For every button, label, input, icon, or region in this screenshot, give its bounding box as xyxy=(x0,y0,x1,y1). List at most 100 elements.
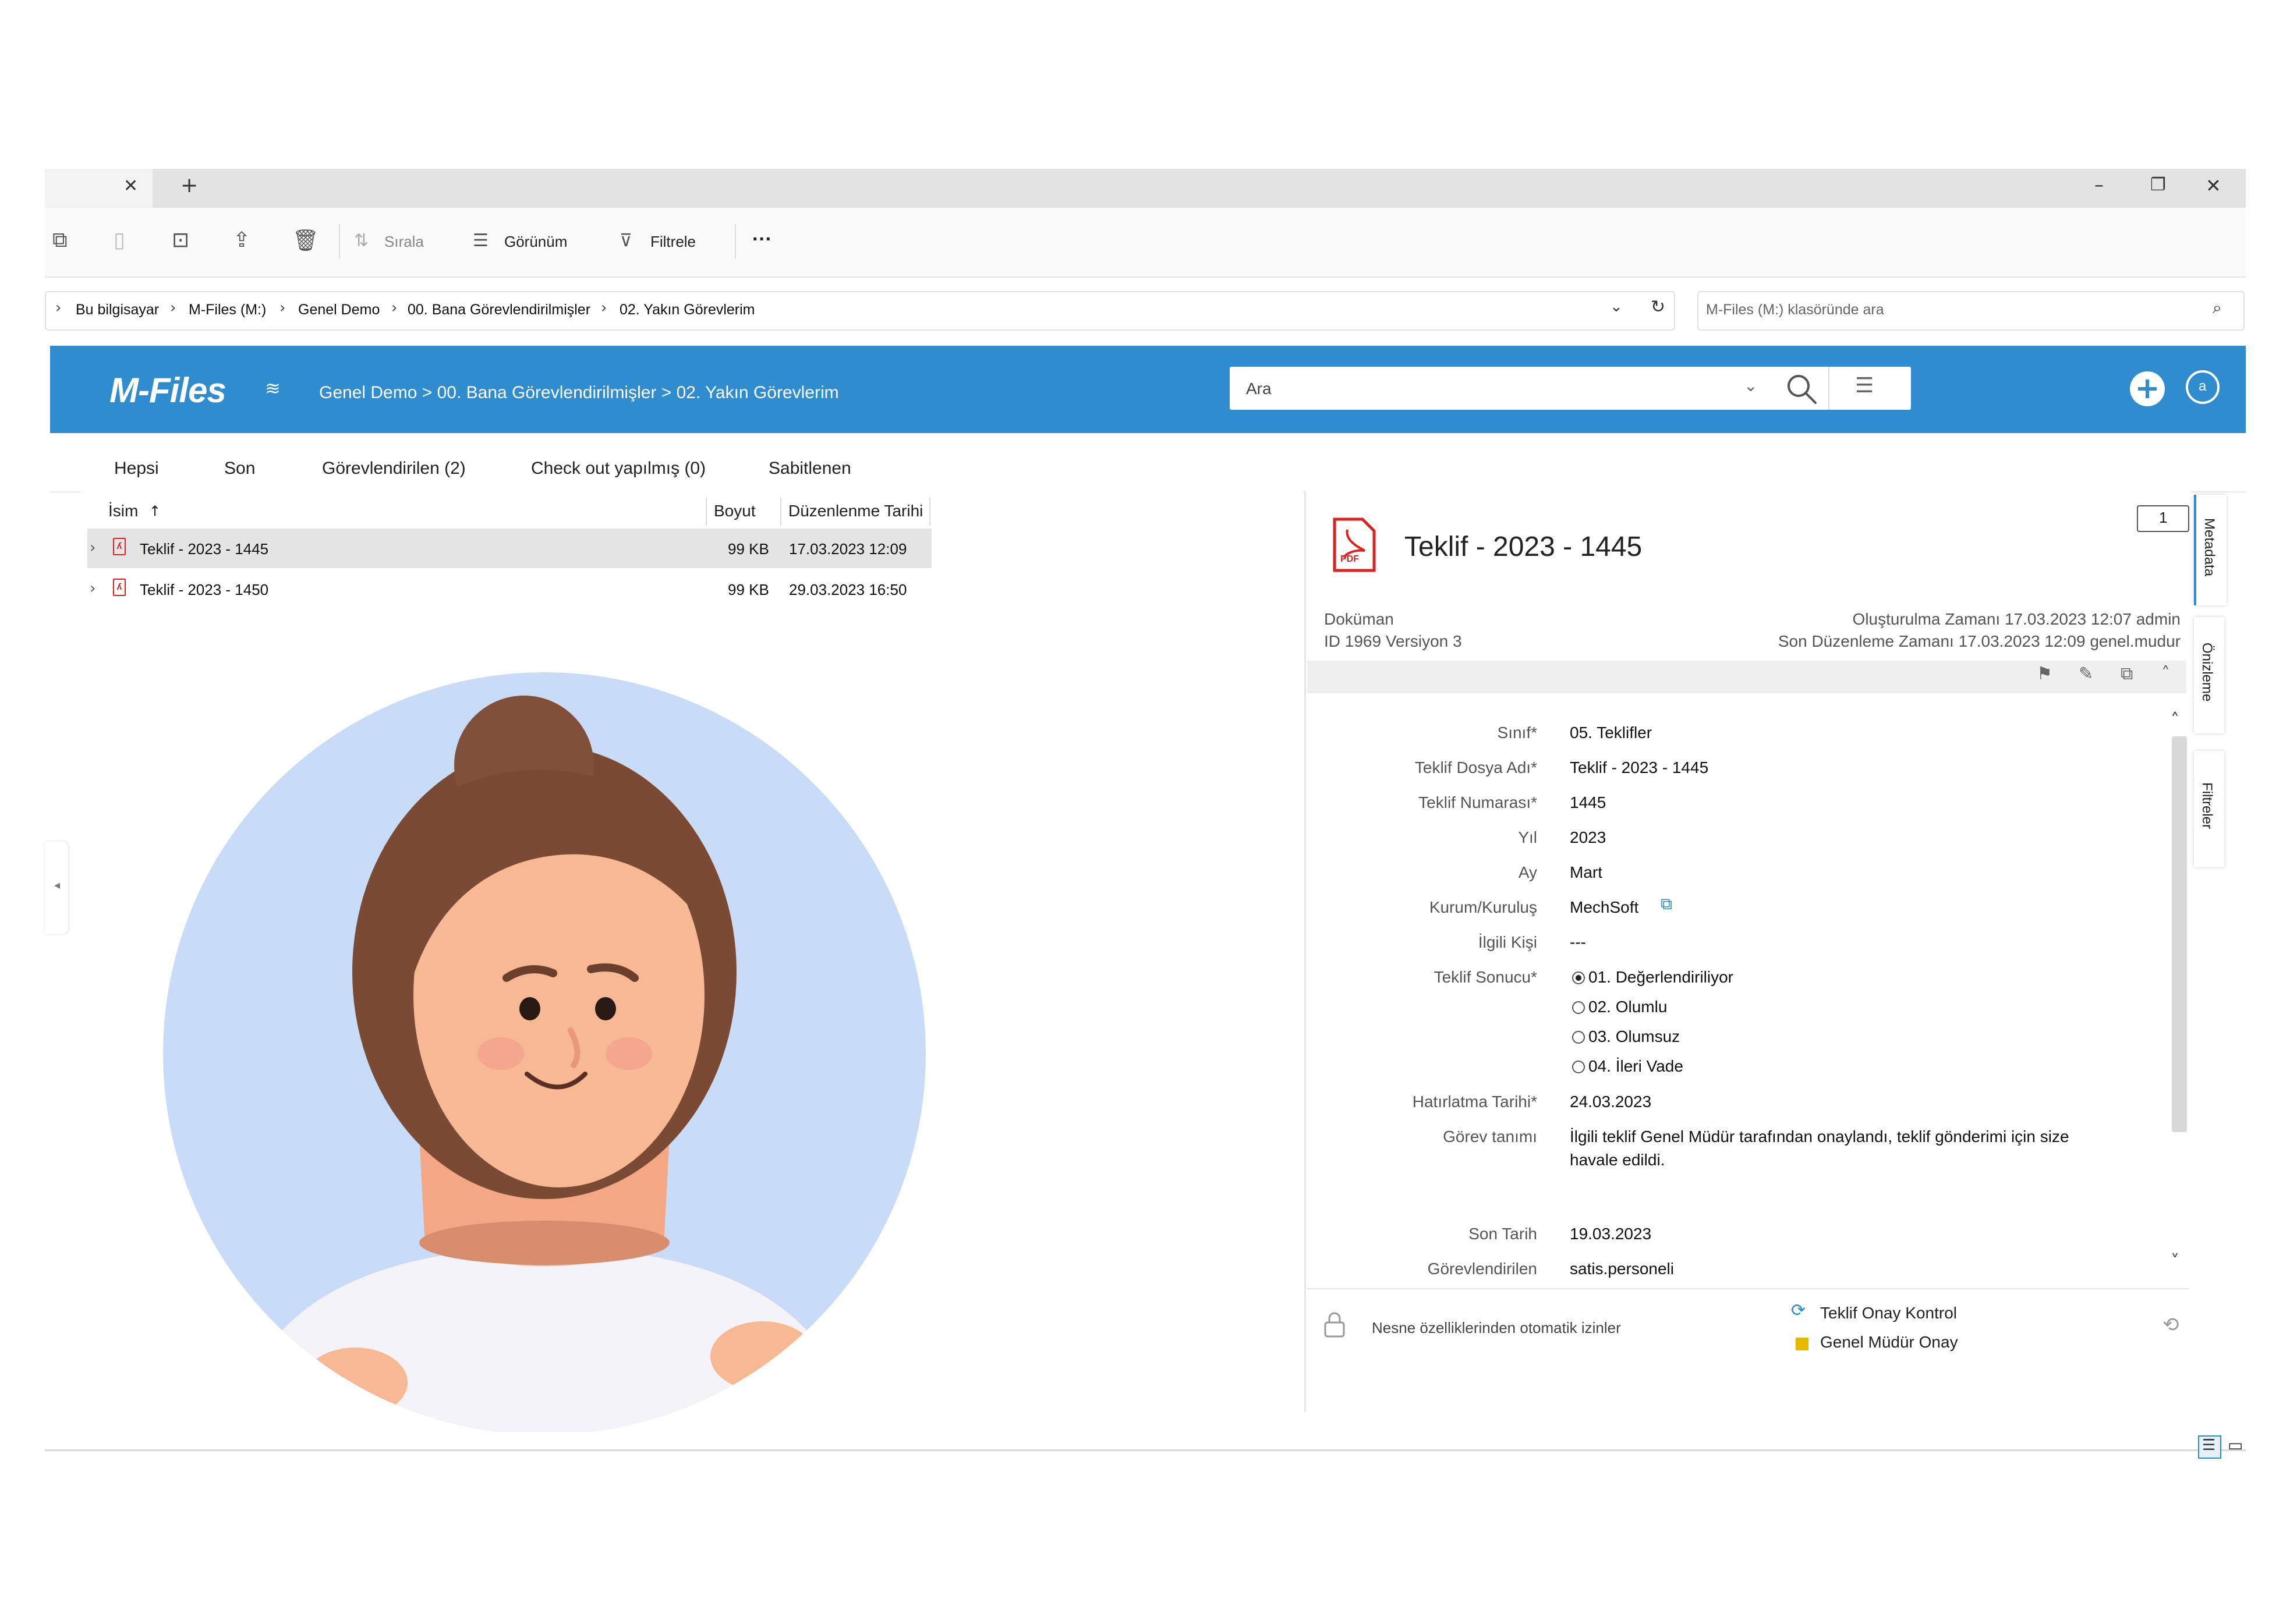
share-icon[interactable]: ⇪ xyxy=(233,228,250,252)
new-tab-icon[interactable]: + xyxy=(180,173,198,197)
side-tab-preview[interactable]: Önizleme xyxy=(2194,617,2224,733)
sort-button[interactable]: Sırala xyxy=(384,233,424,251)
radio-unselected[interactable] xyxy=(1572,1061,1585,1073)
flag-icon[interactable]: ⚑ xyxy=(2037,664,2052,684)
due-date-value[interactable]: 19.03.2023 xyxy=(1570,1225,1651,1243)
reminder-date-value[interactable]: 24.03.2023 xyxy=(1570,1093,1651,1111)
copy-icon[interactable]: ⧉ xyxy=(52,228,68,253)
side-tab-filters[interactable]: Filtreler xyxy=(2194,751,2224,867)
side-tab-label: Metadata xyxy=(2201,518,2217,577)
large-icons-view-icon[interactable]: ▭ xyxy=(2228,1435,2243,1455)
refresh-icon[interactable]: ↻ xyxy=(1651,297,1665,317)
permissions-text[interactable]: Nesne özelliklerinden otomatik izinler xyxy=(1372,1319,1621,1337)
search-options-icon[interactable]: ☰ xyxy=(1855,374,1874,398)
result-option[interactable]: 02. Olumlu xyxy=(1572,998,1667,1016)
task-description-line[interactable]: havale edildi. xyxy=(1570,1151,1665,1169)
tab-close-icon[interactable]: ✕ xyxy=(123,176,138,196)
pin-icon[interactable]: ✎ xyxy=(2079,664,2093,684)
search-icon[interactable] xyxy=(1785,373,1818,405)
tab-all[interactable]: Hepsi xyxy=(114,459,159,478)
class-value[interactable]: 05. Teklifler xyxy=(1570,724,1652,742)
chevron-down-icon[interactable]: ⌄ xyxy=(1610,298,1623,315)
expand-chevron-icon[interactable]: › xyxy=(90,539,95,556)
column-divider[interactable] xyxy=(929,498,930,526)
due-date-label: Son Tarih xyxy=(1468,1225,1537,1243)
column-divider[interactable] xyxy=(706,498,707,526)
chevron-left-icon[interactable]: ◂ xyxy=(54,878,60,892)
workflow-name[interactable]: Teklif Onay Kontrol xyxy=(1820,1304,1957,1322)
column-header-name[interactable]: İsim xyxy=(108,502,138,520)
breadcrumb-item[interactable]: Bu bilgisayar xyxy=(76,302,159,318)
delete-icon[interactable]: 🗑 xyxy=(292,228,319,253)
scroll-up-icon[interactable]: ˄ xyxy=(2171,710,2179,731)
column-header-modified[interactable]: Düzenlenme Tarihi xyxy=(788,502,923,520)
column-header-size[interactable]: Boyut xyxy=(714,502,756,520)
minimize-icon[interactable]: – xyxy=(2094,173,2104,196)
paste-icon[interactable]: ▯ xyxy=(114,228,125,252)
radio-selected[interactable] xyxy=(1572,971,1585,984)
year-label: Yıl xyxy=(1518,828,1537,846)
pdf-file-icon: ʎ xyxy=(113,538,126,555)
state-icon xyxy=(1796,1338,1808,1350)
window-close-icon[interactable]: ✕ xyxy=(2206,175,2221,197)
result-option[interactable]: 01. Değerlendiriliyor xyxy=(1572,968,1733,987)
task-description-label: Görev tanımı xyxy=(1443,1127,1537,1146)
external-link-icon[interactable]: ⧉ xyxy=(1661,894,1672,914)
side-tab-metadata[interactable]: Metadata xyxy=(2194,495,2227,605)
more-options-button[interactable]: ··· xyxy=(752,228,772,251)
table-row[interactable]: › ʎ Teklif - 2023 - 1445 99 KB 17.03.202… xyxy=(87,529,932,568)
status-bar-divider xyxy=(45,1449,2246,1451)
mfiles-logo: M-Files xyxy=(109,371,226,410)
search-icon[interactable]: ⌕ xyxy=(2213,298,2222,318)
chevron-down-icon[interactable]: ⌄ xyxy=(1744,376,1757,395)
row-modified: 29.03.2023 16:50 xyxy=(789,581,907,598)
year-value[interactable]: 2023 xyxy=(1570,828,1606,847)
task-description-line[interactable]: İlgili teklif Genel Müdür tarafından ona… xyxy=(1570,1127,2069,1146)
tab-pinned[interactable]: Sabitlenen xyxy=(769,459,851,478)
lock-icon xyxy=(1324,1312,1345,1338)
view-icon: ☰ xyxy=(473,231,489,251)
scrollbar-thumb[interactable] xyxy=(2172,736,2187,1132)
row-size: 99 KB xyxy=(728,540,769,558)
column-divider[interactable] xyxy=(780,498,781,526)
metadata-properties xyxy=(1307,694,2189,1288)
view-button[interactable]: Görünüm xyxy=(504,233,567,251)
assignee-value[interactable]: satis.personeli xyxy=(1570,1260,1674,1278)
workflow-state[interactable]: Genel Müdür Onay xyxy=(1820,1333,1958,1352)
mfiles-path[interactable]: Genel Demo > 00. Bana Görevlendirilmişle… xyxy=(319,383,839,403)
add-icon[interactable] xyxy=(2129,370,2166,407)
month-value[interactable]: Mart xyxy=(1570,863,1602,882)
modified-info: Son Düzenleme Zamanı 17.03.2023 12:09 ge… xyxy=(1778,632,2181,650)
breadcrumb-item[interactable]: M-Files (M:) xyxy=(189,302,266,318)
radio-unselected[interactable] xyxy=(1572,1031,1585,1044)
result-option[interactable]: 04. İleri Vade xyxy=(1572,1057,1683,1076)
assignee-label: Görevlendirilen xyxy=(1427,1260,1537,1278)
tab-recent[interactable]: Son xyxy=(224,459,255,478)
rename-icon[interactable]: ⊡ xyxy=(172,228,189,252)
created-info: Oluşturulma Zamanı 17.03.2023 12:07 admi… xyxy=(1852,610,2181,628)
organization-label: Kurum/Kuruluş xyxy=(1429,898,1537,916)
restore-icon[interactable]: ❐ xyxy=(2150,175,2166,195)
sync-icon[interactable]: ⟲ xyxy=(2162,1313,2179,1336)
breadcrumb-item[interactable]: 00. Bana Görevlendirilmişler xyxy=(408,302,590,318)
collapse-icon[interactable]: ˄ xyxy=(2161,664,2170,684)
contact-value[interactable]: --- xyxy=(1570,933,1586,952)
table-row[interactable]: › ʎ Teklif - 2023 - 1450 99 KB 29.03.202… xyxy=(87,569,932,609)
offer-number-value[interactable]: 1445 xyxy=(1570,793,1606,812)
tab-assigned[interactable]: Görevlendirilen (2) xyxy=(322,459,466,478)
tab-checked-out[interactable]: Check out yapılmış (0) xyxy=(531,459,706,478)
radio-unselected[interactable] xyxy=(1572,1001,1585,1014)
workflow-icon: ⟳ xyxy=(1791,1300,1806,1321)
breadcrumb-item[interactable]: 02. Yakın Görevlerim xyxy=(620,302,755,318)
expand-chevron-icon[interactable]: › xyxy=(90,580,95,597)
pdf-file-icon: ʎ xyxy=(113,579,126,596)
breadcrumb-item[interactable]: Genel Demo xyxy=(298,302,380,318)
result-option[interactable]: 03. Olumsuz xyxy=(1572,1027,1680,1046)
month-label: Ay xyxy=(1518,863,1537,881)
address-bar[interactable] xyxy=(45,291,1675,331)
scroll-down-icon[interactable]: ˅ xyxy=(2171,1251,2179,1272)
filter-button[interactable]: Filtrele xyxy=(650,233,696,251)
file-name-value[interactable]: Teklif - 2023 - 1445 xyxy=(1570,758,1708,777)
copy-link-icon[interactable]: ⧉ xyxy=(2121,664,2133,684)
organization-value[interactable]: MechSoft xyxy=(1570,898,1638,917)
